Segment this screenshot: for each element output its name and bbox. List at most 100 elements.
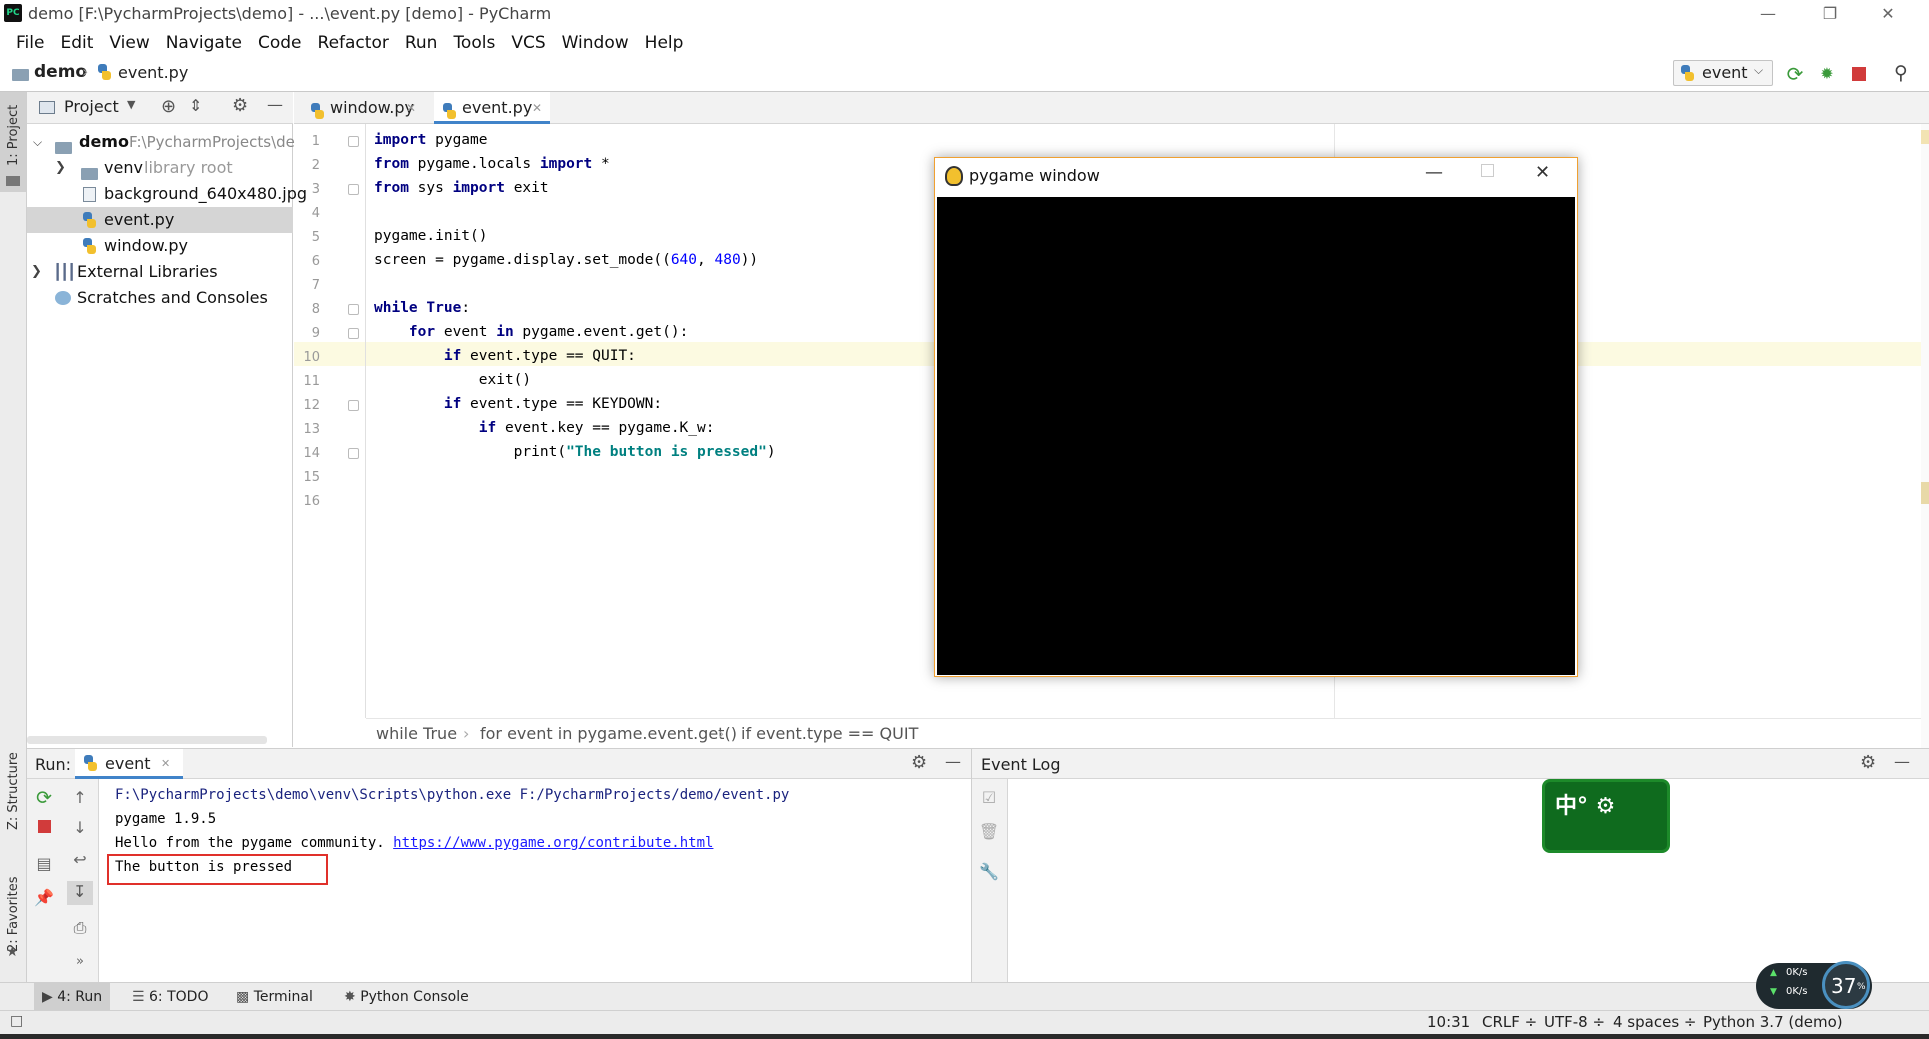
line-number: 9 xyxy=(311,326,320,341)
close-icon[interactable]: ✕ xyxy=(1535,162,1550,183)
close-icon[interactable]: ✕ xyxy=(1863,0,1913,30)
close-tab-icon[interactable]: ✕ xyxy=(406,92,416,124)
search-icon[interactable]: ⚲ xyxy=(1890,62,1912,84)
menu-vcs[interactable]: VCS xyxy=(503,32,553,54)
breadcrumb-item[interactable]: while True xyxy=(376,724,457,743)
tool-tab-run[interactable]: ▶ 4: Run xyxy=(34,983,111,1011)
ime-badge-text: 中° ⚙ xyxy=(1555,794,1616,819)
event-log-title: Event Log xyxy=(981,755,1061,774)
gear-icon[interactable]: ⚙ xyxy=(911,752,927,773)
tool-tab-label: Terminal xyxy=(253,989,313,1005)
gear-icon[interactable]: ⚙ xyxy=(1860,752,1876,773)
menu-file[interactable]: File xyxy=(8,32,52,54)
run-tab-event[interactable]: event ✕ xyxy=(75,749,183,779)
layout-icon[interactable]: ▤ xyxy=(33,853,55,875)
arrow-up-icon[interactable]: ↑ xyxy=(69,787,91,809)
locate-crosshair-icon[interactable]: ⊕ xyxy=(161,96,176,117)
fold-marker-icon[interactable] xyxy=(348,136,359,147)
pygame-window[interactable]: pygame window — ✕ xyxy=(934,157,1578,677)
breadcrumb-item[interactable]: for event in pygame.event.get() xyxy=(480,724,737,743)
tool-tab-terminal[interactable]: ▩ Terminal xyxy=(228,983,321,1011)
tree-item-background[interactable]: background_640x480.jpg xyxy=(27,181,307,207)
tree-item-window[interactable]: window.py xyxy=(27,233,293,259)
mark-read-icon[interactable]: ☑ xyxy=(978,787,1000,809)
menu-navigate[interactable]: Navigate xyxy=(158,32,250,54)
contribute-link[interactable]: https://www.pygame.org/contribute.html xyxy=(393,835,713,851)
project-view-select[interactable]: Project xyxy=(64,97,119,116)
collapse-all-icon[interactable]: ⇕ xyxy=(189,96,202,115)
run-config-select[interactable]: event ⌵ xyxy=(1673,60,1773,86)
code-line-8: while True: xyxy=(374,300,471,316)
fold-marker-icon[interactable] xyxy=(348,304,359,315)
ime-toolbar-badge[interactable]: 中° ⚙ xyxy=(1542,779,1670,853)
rerun-icon[interactable]: ⟳ xyxy=(33,787,55,809)
tree-item-external-libraries[interactable]: ❯ ┃┃┃ External Libraries xyxy=(27,259,293,285)
tool-tab-todo[interactable]: ☰ 6: TODO xyxy=(124,983,216,1011)
menu-refactor[interactable]: Refactor xyxy=(310,32,397,54)
hide-panel-icon[interactable]: — xyxy=(267,95,283,114)
os-taskbar-edge xyxy=(0,1034,1929,1039)
breadcrumb-separator: › xyxy=(718,724,725,743)
fold-marker-icon[interactable] xyxy=(348,328,359,339)
pygame-canvas[interactable] xyxy=(937,197,1575,675)
tool-tab-python-console[interactable]: ✸ Python Console xyxy=(336,983,477,1011)
menu-code[interactable]: Code xyxy=(250,32,310,54)
print-icon[interactable]: ⎙ xyxy=(69,917,91,939)
tab-event-py[interactable]: event.py ✕ xyxy=(434,92,550,124)
minimize-icon[interactable]: — xyxy=(1743,0,1793,30)
warning-marker[interactable] xyxy=(1921,130,1929,144)
stop-icon[interactable] xyxy=(1852,67,1866,81)
gear-icon[interactable]: ⚙ xyxy=(232,95,248,116)
soft-wrap-icon[interactable]: ↩ xyxy=(69,849,91,871)
pygame-title-bar[interactable]: pygame window — ✕ xyxy=(935,158,1577,196)
fold-marker-icon[interactable] xyxy=(348,448,359,459)
tree-item-venv[interactable]: ❯ venv library root xyxy=(27,155,293,181)
hide-panel-icon[interactable]: — xyxy=(945,752,961,771)
stop-icon[interactable] xyxy=(38,820,51,833)
breadcrumb-item[interactable]: if event.type == QUIT xyxy=(741,724,918,743)
trash-icon[interactable]: 🗑 xyxy=(978,821,1000,843)
tree-item-event[interactable]: event.py xyxy=(27,207,293,233)
chevron-down-icon[interactable]: ▼ xyxy=(127,98,135,111)
python-interpreter[interactable]: Python 3.7 (demo) xyxy=(1703,1013,1843,1031)
menu-tools[interactable]: Tools xyxy=(445,32,503,54)
debug-bug-icon[interactable]: ✹ xyxy=(1816,63,1838,85)
warning-marker[interactable] xyxy=(1921,482,1929,504)
pin-icon[interactable]: 📌 xyxy=(33,887,55,909)
tree-item-scratches[interactable]: Scratches and Consoles xyxy=(27,285,293,311)
fold-marker-icon[interactable] xyxy=(348,400,359,411)
tool-windows-toggle-icon[interactable]: □ xyxy=(10,1013,23,1029)
network-speed-widget[interactable]: ▲ 0K/s ▼ 0K/s 37 % xyxy=(1756,961,1872,1009)
restore-icon[interactable]: ❐ xyxy=(1805,0,1855,30)
menu-view[interactable]: View xyxy=(101,32,157,54)
rerun-icon[interactable]: ⟳ xyxy=(1784,63,1806,85)
horizontal-scrollbar[interactable] xyxy=(27,736,267,744)
hide-panel-icon[interactable]: — xyxy=(1894,752,1910,771)
menu-edit[interactable]: Edit xyxy=(52,32,101,54)
scroll-to-end-icon[interactable]: ↧ xyxy=(67,881,93,905)
structure-tool-tab[interactable]: Z: Structure xyxy=(0,742,26,842)
menu-run[interactable]: Run xyxy=(397,32,446,54)
breadcrumb-project[interactable]: demo xyxy=(34,62,87,82)
arrow-down-icon[interactable]: ↓ xyxy=(69,817,91,839)
menu-window[interactable]: Window xyxy=(554,32,637,54)
caret-position[interactable]: 10:31 xyxy=(1427,1013,1470,1031)
close-tab-icon[interactable]: ✕ xyxy=(532,92,542,124)
tree-item-demo[interactable]: ⌵ demo F:\PycharmProjects\de xyxy=(27,129,295,155)
download-arrow-icon: ▼ xyxy=(1770,987,1777,997)
more-icon[interactable]: » xyxy=(69,951,91,973)
breadcrumb-file[interactable]: event.py xyxy=(118,63,188,82)
minimize-icon[interactable]: — xyxy=(1425,162,1443,183)
editor-error-stripe[interactable] xyxy=(1921,124,1929,748)
file-encoding[interactable]: UTF-8 ÷ xyxy=(1544,1013,1605,1031)
line-separator[interactable]: CRLF ÷ xyxy=(1482,1013,1537,1031)
line-number: 14 xyxy=(303,446,320,461)
menu-help[interactable]: Help xyxy=(637,32,692,54)
fold-marker-icon[interactable] xyxy=(348,184,359,195)
tab-window-py[interactable]: window.py ✕ xyxy=(302,92,422,124)
indent-setting[interactable]: 4 spaces ÷ xyxy=(1613,1013,1696,1031)
code-line-13: if event.key == pygame.K_w: xyxy=(478,420,715,436)
wrench-icon[interactable]: 🔧 xyxy=(978,861,1000,883)
tree-item-path: F:\PycharmProjects\de xyxy=(129,133,295,151)
close-tab-icon[interactable]: ✕ xyxy=(161,757,170,770)
